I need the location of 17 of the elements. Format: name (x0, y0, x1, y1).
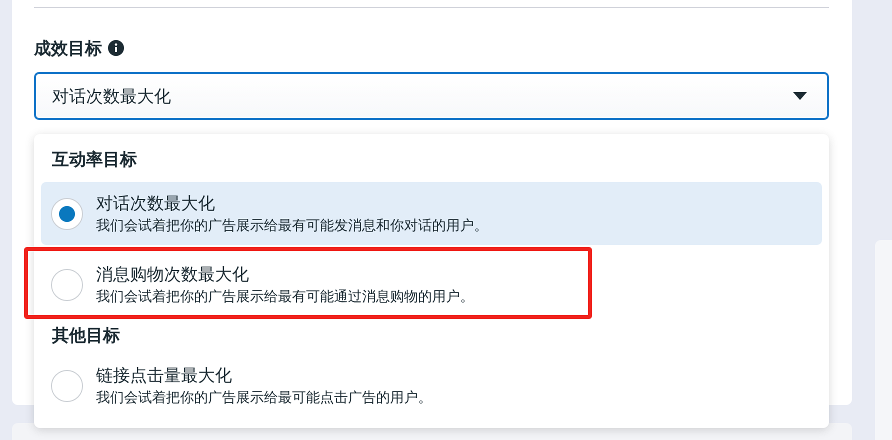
group-heading: 互动率目标 (51, 149, 138, 172)
radio-button[interactable] (51, 268, 83, 300)
caret-icon (793, 92, 807, 100)
info-icon (108, 40, 124, 56)
option-description: 我们会试着把你的广告展示给最可能点击广告的用户。 (96, 389, 432, 407)
radio-button[interactable] (51, 370, 83, 402)
radio-button[interactable] (51, 198, 83, 230)
group-heading: 其他目标 (51, 325, 121, 348)
option-description: 我们会试着把你的广告展示给最有可能发消息和你对话的用户。 (96, 217, 488, 235)
goal-select[interactable]: 对话次数最大化 (34, 72, 829, 120)
option-title: 链接点击量最大化 (96, 365, 233, 387)
menu-option[interactable]: 链接点击量最大化 我们会试着把你的广告展示给最可能点击广告的用户。 (41, 354, 822, 417)
option-title: 消息购物次数最大化 (96, 264, 250, 286)
menu-option[interactable]: 对话次数最大化 我们会试着把你的广告展示给最有可能发消息和你对话的用户。 (41, 182, 822, 245)
option-description: 我们会试着把你的广告展示给最有可能通过消息购物的用户。 (96, 288, 474, 306)
field-label: 成效目标 (34, 38, 102, 60)
option-title: 对话次数最大化 (96, 193, 216, 215)
